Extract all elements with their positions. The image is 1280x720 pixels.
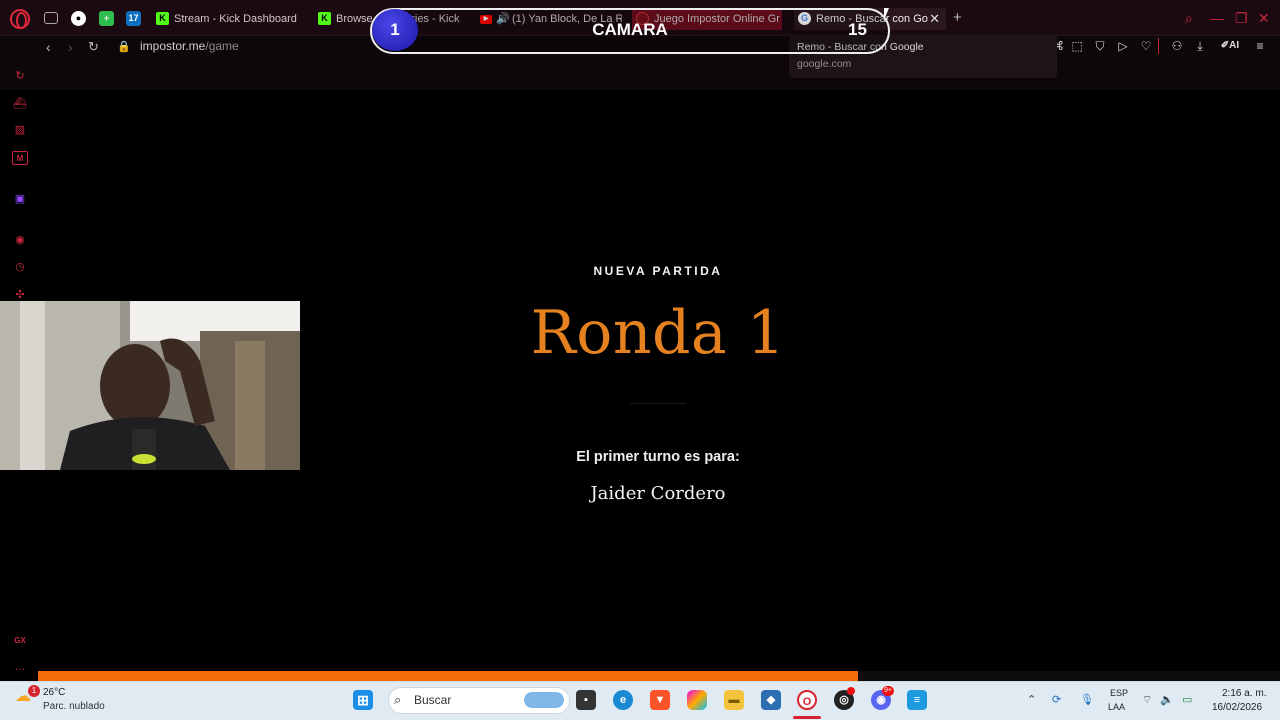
tab-manager-icon[interactable] [44,12,58,24]
round-title: Ronda 1 [530,298,786,368]
tooltip-url: google.com [797,58,852,70]
url-path: /game [205,39,239,53]
pinned-tab-17-icon[interactable]: 17 [126,11,141,26]
copilot-icon[interactable] [687,690,707,710]
pinned-tab-icon[interactable]: ● [71,11,86,26]
game-subtitle: NUEVA PARTIDA [593,264,723,278]
menu-icon[interactable]: ≡ [1253,39,1267,53]
battery-icon[interactable]: ▭ [1182,693,1192,706]
task-view-icon[interactable]: ▪ [576,690,596,710]
keyboard-layout[interactable]: LAA [1108,702,1125,712]
kick-icon: K [156,12,169,25]
snapshot-icon[interactable]: ⬚ [1070,39,1084,53]
kick-icon: K [318,12,331,25]
edge-icon[interactable]: e [613,690,633,710]
search-tabs-icon[interactable]: ⌕ [1185,10,1193,27]
overlay-label: CAMARA [592,20,668,39]
tray-chevron-icon[interactable]: ⌃ [1027,693,1036,706]
heart-icon[interactable]: ♡ [1139,39,1153,53]
back-button[interactable]: ‹ [46,39,51,55]
weather-badge: 1 [28,685,40,697]
sidebar-m-icon[interactable]: M [12,151,28,165]
profile-icon[interactable]: ⚇ [1170,39,1184,53]
sidebar-player-icon[interactable]: ◉ [12,233,28,247]
ai-icon[interactable]: ✐AI [1217,39,1243,53]
url-field[interactable]: impostor.me/game [140,39,239,53]
minimize-button[interactable]: — [1210,10,1224,26]
url-domain: impostor.me [140,39,206,53]
file-explorer-icon[interactable]: ▬ [724,690,744,710]
overlay-right-number: 15 [848,20,867,39]
notepad-icon[interactable]: ≡ [907,690,927,710]
toolbar-divider [1158,38,1159,54]
close-window-button[interactable]: ✕ [1258,10,1270,27]
new-tab-button[interactable]: + [953,9,962,26]
active-app-indicator [793,716,821,719]
microphone-icon[interactable]: 🎙 [1080,693,1094,706]
title-divider [630,403,686,404]
lock-icon: 🔒 [117,41,131,53]
wifi-icon[interactable]: ⌔ [1142,693,1152,707]
tab-stream-kick[interactable]: K Stream - Kick Dashboard [152,8,302,30]
webcam-feed [0,301,300,470]
shield-icon[interactable]: ⛉ [1093,39,1107,53]
mouse-cursor-icon [884,8,889,20]
sidebar-refresh-icon[interactable]: ↻ [12,69,28,83]
sidebar-ship-icon[interactable]: ⛴ [12,97,28,111]
clock-date[interactable]: 16/02/2026 [1212,702,1262,713]
play-icon[interactable]: ▷ [1116,39,1130,53]
pinned-tab-plus-icon[interactable]: + [99,11,114,26]
turn-label: El primer turno es para: [576,449,740,465]
maximize-button[interactable]: ❐ [1235,10,1248,27]
download-icon[interactable]: ⤓ [1193,39,1207,53]
sidebar-history-icon[interactable]: ◷ [12,260,28,274]
weather-temp: 26°C [43,687,66,698]
sidebar-more-icon[interactable]: … [12,660,28,674]
weather-desc: Parc. nublado [43,701,105,712]
record-indicator-icon [847,687,855,695]
close-tab-icon[interactable]: ✕ [929,8,940,30]
sidebar-twitch-icon[interactable]: ▣ [12,192,28,206]
sidebar-gx-icon[interactable]: GX [12,634,28,648]
opera-gx-taskbar-icon[interactable]: O [797,690,817,710]
progress-fill [38,671,858,681]
search-placeholder: Buscar [414,693,452,707]
overlay-left-number: 1 [372,9,418,51]
clock-time[interactable]: 2:16 a. m. [1222,688,1266,699]
app-store-icon[interactable]: ◆ [761,690,781,710]
sidebar-hatch-icon[interactable]: ▨ [12,123,28,137]
opera-logo-icon[interactable] [10,9,30,29]
search-icon: ⌕ [394,692,402,707]
brave-icon[interactable]: ▼ [650,690,670,710]
search-highlight-icon [524,692,564,708]
sidebar-extensions-icon[interactable]: ✣ [12,288,28,302]
windows-start-icon[interactable]: ⊞ [353,690,373,710]
forward-button[interactable]: › [68,39,73,55]
discord-badge: 9+ [882,686,894,696]
tab-label: Stream - Kick Dashboard [174,13,297,25]
sync-icon[interactable]: ⟳ [1052,693,1061,706]
screen: ● + 17 K Stream - Kick Dashboard K Brows… [0,0,1280,720]
reload-button[interactable]: ↻ [88,39,99,55]
player-name: Jaider Cordero [590,483,726,504]
volume-icon[interactable]: 🔈 [1160,693,1174,706]
language-code[interactable]: ESP [1110,688,1128,698]
webcam-image [0,301,300,470]
